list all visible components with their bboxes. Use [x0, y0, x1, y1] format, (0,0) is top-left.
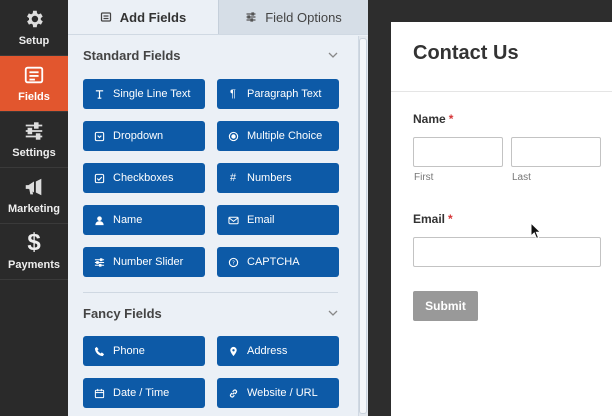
field-paragraph-text[interactable]: ¶ Paragraph Text	[217, 79, 339, 109]
name-label-text: Name	[413, 112, 446, 126]
form-preview-card: Contact Us Name * First Last Email * Submi…	[391, 22, 612, 416]
last-sublabel: Last	[512, 172, 531, 183]
fields-scroll-area: Standard Fields Single Line Text ¶ Parag…	[68, 34, 368, 416]
dollar-icon: $	[27, 229, 41, 256]
field-dropdown[interactable]: Dropdown	[83, 121, 205, 151]
fancy-fields-title: Fancy Fields	[83, 305, 162, 321]
captcha-icon: ?	[227, 256, 239, 268]
hash-icon: #	[229, 172, 237, 184]
text-icon	[93, 88, 105, 100]
field-label: Website / URL	[247, 387, 318, 399]
nav-payments-label: Payments	[8, 259, 60, 271]
nav-settings-label: Settings	[12, 147, 56, 159]
field-label: Numbers	[247, 172, 292, 184]
field-name[interactable]: Name	[83, 205, 205, 235]
sliders-icon	[246, 12, 256, 22]
dropdown-icon	[93, 130, 105, 142]
builder-sidebar: Setup Fields Settings Marketing $ Paymen…	[0, 0, 68, 416]
fields-panel: Add Fields Field Options Standard Fields…	[68, 0, 368, 416]
field-label: Multiple Choice	[247, 130, 323, 142]
gear-icon	[27, 10, 43, 28]
submit-button[interactable]: Submit	[413, 291, 478, 321]
field-single-line-text[interactable]: Single Line Text	[83, 79, 205, 109]
first-sublabel: First	[414, 172, 434, 183]
form-title: Contact Us	[413, 42, 519, 64]
svg-text:?: ?	[232, 260, 235, 266]
field-label: Date / Time	[113, 387, 170, 399]
email-label-text: Email	[413, 212, 446, 226]
field-label: Single Line Text	[113, 88, 191, 100]
field-email[interactable]: Email	[217, 205, 339, 235]
field-number-slider[interactable]: Number Slider	[83, 247, 205, 277]
name-field-label: Name *	[413, 112, 453, 126]
megaphone-icon	[25, 178, 42, 196]
panel-tabs: Add Fields Field Options	[68, 0, 368, 34]
field-website-url[interactable]: Website / URL	[217, 378, 339, 408]
nav-setup-label: Setup	[18, 35, 50, 47]
field-label: Paragraph Text	[247, 88, 322, 100]
calendar-icon	[93, 387, 105, 399]
panel-scrollbar-thumb[interactable]	[359, 38, 367, 414]
field-label: CAPTCHA	[247, 256, 300, 268]
field-captcha[interactable]: ? CAPTCHA	[217, 247, 339, 277]
nav-marketing-label: Marketing	[8, 203, 60, 215]
field-label: Number Slider	[113, 256, 184, 268]
map-pin-icon	[227, 345, 239, 357]
field-label: Email	[247, 214, 275, 226]
paragraph-icon: ¶	[230, 88, 236, 100]
field-numbers[interactable]: # Numbers	[217, 163, 339, 193]
field-multiple-choice[interactable]: Multiple Choice	[217, 121, 339, 151]
last-name-input[interactable]	[511, 137, 601, 167]
nav-fields-label: Fields	[18, 91, 50, 103]
nav-settings[interactable]: Settings	[0, 112, 68, 168]
form-title-divider	[391, 91, 612, 92]
nav-setup[interactable]: Setup	[0, 0, 68, 56]
user-icon	[93, 214, 105, 226]
link-icon	[227, 387, 239, 399]
envelope-icon	[227, 214, 239, 226]
required-marker: *	[448, 212, 453, 226]
field-label: Phone	[113, 345, 145, 357]
field-address[interactable]: Address	[217, 336, 339, 366]
field-date-time[interactable]: Date / Time	[83, 378, 205, 408]
nav-fields[interactable]: Fields	[0, 56, 68, 112]
field-label: Name	[113, 214, 143, 226]
phone-icon	[93, 345, 105, 357]
tab-field-options[interactable]: Field Options	[218, 0, 368, 34]
fields-list-icon	[24, 66, 44, 84]
field-label: Checkboxes	[113, 172, 174, 184]
radio-icon	[227, 130, 239, 142]
email-field-label: Email *	[413, 212, 453, 226]
checkbox-icon	[93, 172, 105, 184]
field-label: Address	[247, 345, 288, 357]
email-input[interactable]	[413, 237, 601, 267]
field-checkboxes[interactable]: Checkboxes	[83, 163, 205, 193]
chevron-down-icon	[328, 52, 338, 58]
section-divider	[83, 292, 338, 293]
sliders-icon	[93, 256, 105, 268]
sliders-icon	[25, 122, 43, 140]
field-phone[interactable]: Phone	[83, 336, 205, 366]
chevron-down-icon	[328, 310, 338, 316]
nav-payments[interactable]: $ Payments	[0, 224, 68, 280]
first-name-input[interactable]	[413, 137, 503, 167]
nav-marketing[interactable]: Marketing	[0, 168, 68, 224]
fancy-fields-header[interactable]: Fancy Fields	[83, 303, 338, 323]
tab-field-options-label: Field Options	[265, 9, 342, 25]
fields-list-icon	[100, 12, 111, 22]
standard-fields-title: Standard Fields	[83, 47, 181, 63]
required-marker: *	[448, 112, 454, 126]
tab-add-fields-label: Add Fields	[119, 9, 187, 25]
standard-fields-header[interactable]: Standard Fields	[83, 45, 338, 65]
mouse-pointer-icon	[530, 222, 542, 240]
tab-add-fields[interactable]: Add Fields	[68, 0, 218, 34]
field-label: Dropdown	[113, 130, 164, 142]
